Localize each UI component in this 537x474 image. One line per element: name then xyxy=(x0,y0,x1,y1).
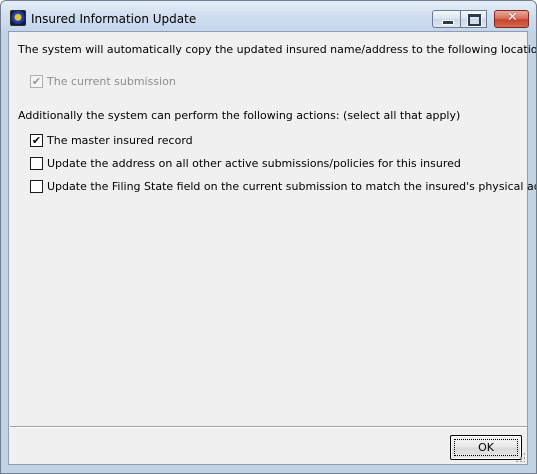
master-insured-label[interactable]: The master insured record xyxy=(47,134,193,147)
minimize-icon xyxy=(442,20,454,25)
master-insured-checkbox[interactable]: ✔ xyxy=(30,134,43,147)
globe-app-icon[interactable] xyxy=(10,10,26,26)
window-title: Insured Information Update xyxy=(31,12,197,26)
ok-button[interactable]: OK xyxy=(450,435,522,460)
button-bar-separator xyxy=(10,426,527,428)
update-address-checkbox[interactable] xyxy=(30,157,43,170)
dialog-body: The system will automatically copy the u… xyxy=(8,31,536,465)
maximize-icon xyxy=(467,13,482,27)
update-address-label[interactable]: Update the address on all other active s… xyxy=(47,157,461,170)
minimize-button[interactable] xyxy=(432,10,461,28)
current-submission-checkbox: ✔ xyxy=(30,75,43,88)
dialog-window: Insured Information Update ✕ The system … xyxy=(0,0,537,474)
actions-heading: Additionally the system can perform the … xyxy=(18,109,461,122)
title-bar[interactable]: Insured Information Update ✕ xyxy=(1,1,536,31)
focus-rectangle xyxy=(454,439,518,456)
filing-state-label[interactable]: Update the Filing State field on the cur… xyxy=(47,180,536,193)
close-button[interactable]: ✕ xyxy=(494,10,529,28)
filing-state-checkbox[interactable] xyxy=(30,180,43,193)
intro-text: The system will automatically copy the u… xyxy=(18,43,537,56)
close-icon: ✕ xyxy=(507,10,518,25)
current-submission-label: The current submission xyxy=(47,75,176,88)
maximize-button[interactable] xyxy=(460,10,487,28)
